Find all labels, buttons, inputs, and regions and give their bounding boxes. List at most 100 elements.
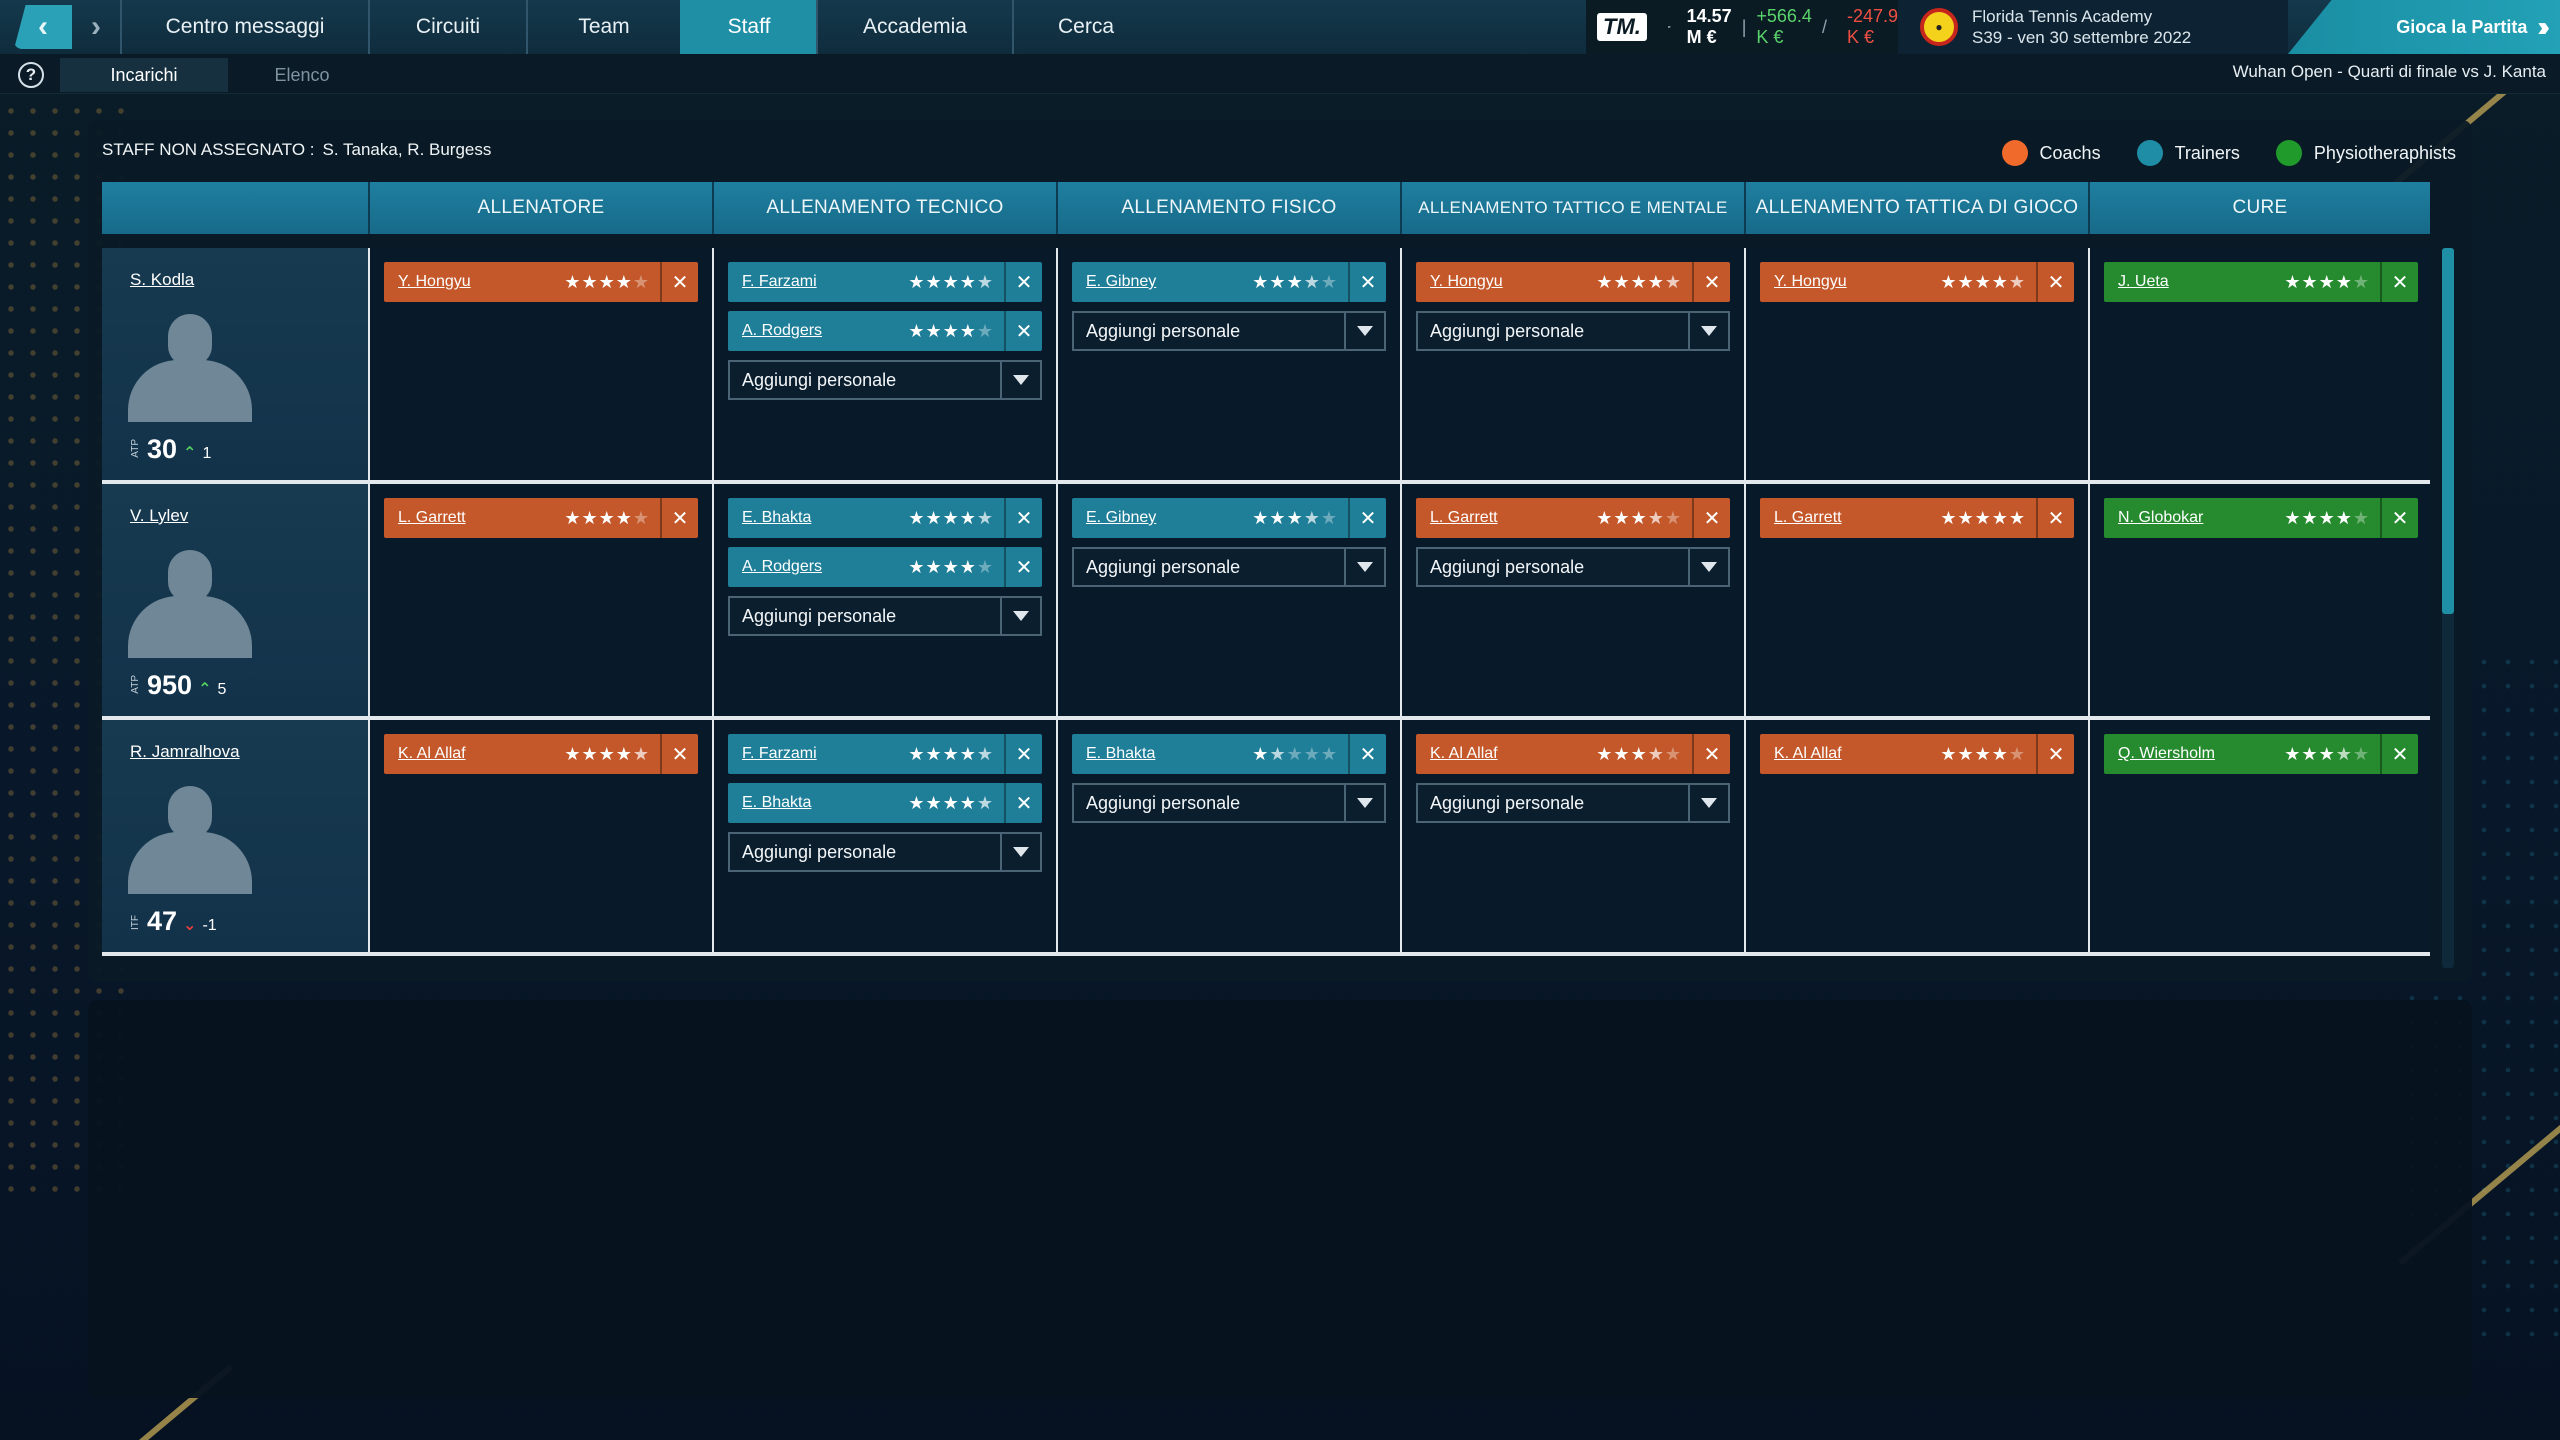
add-staff-dropdown[interactable]: Aggiungi personale	[1072, 547, 1386, 587]
remove-staff-button[interactable]: ✕	[1348, 734, 1386, 774]
staff-name[interactable]: L. Garrett	[384, 509, 564, 527]
remove-staff-button[interactable]: ✕	[1004, 783, 1042, 823]
staff-name[interactable]: K. Al Allaf	[1416, 745, 1596, 763]
staff-chip-trainer: A. Rodgers ★★★★★ ✕	[728, 547, 1042, 587]
caret-down-icon[interactable]	[1688, 549, 1728, 585]
staff-name[interactable]: K. Al Allaf	[384, 745, 564, 763]
finances[interactable]: 14.57 M € | +566.4 K € / -247.9 K €	[1658, 0, 1898, 54]
next-match-info[interactable]: Wuhan Open - Quarti di finale vs J. Kant…	[2233, 62, 2546, 82]
staff-name[interactable]: J. Ueta	[2104, 273, 2284, 291]
caret-down-icon[interactable]	[1344, 549, 1384, 585]
play-match-button[interactable]: Gioca la Partita ››	[2288, 0, 2560, 54]
legend-label: Coachs	[2039, 142, 2101, 163]
add-staff-label: Aggiungi personale	[1086, 320, 1241, 341]
add-staff-dropdown[interactable]: Aggiungi personale	[1072, 311, 1386, 351]
caret-down-icon[interactable]	[1000, 598, 1040, 634]
academy-info[interactable]: ● Florida Tennis Academy S39 - ven 30 se…	[1898, 0, 2288, 54]
remove-staff-button[interactable]: ✕	[1004, 498, 1042, 538]
remove-staff-button[interactable]: ✕	[2380, 734, 2418, 774]
caret-down-icon[interactable]	[1688, 313, 1728, 349]
remove-staff-button[interactable]: ✕	[1004, 262, 1042, 302]
tab-incarichi[interactable]: Incarichi	[60, 58, 228, 92]
staff-chip-physio: N. Globokar ★★★★★ ✕	[2104, 498, 2418, 538]
menu-circuiti[interactable]: Circuiti	[368, 0, 526, 54]
trend-up-icon: ⌃	[198, 681, 212, 698]
staff-name[interactable]: E. Bhakta	[1072, 745, 1252, 763]
rating-stars: ★★★★★	[2284, 271, 2370, 292]
menu-cerca[interactable]: Cerca	[1012, 0, 1158, 54]
add-staff-label: Aggiungi personale	[742, 841, 897, 862]
ranking-value: 950	[147, 670, 193, 700]
top-navigation-bar: ‹ › Centro messaggi Circuiti Team Staff …	[0, 0, 2560, 54]
remove-staff-button[interactable]: ✕	[1692, 734, 1730, 774]
caret-down-icon[interactable]	[1344, 785, 1384, 821]
staff-name[interactable]: A. Rodgers	[728, 558, 908, 576]
remove-staff-button[interactable]: ✕	[1348, 498, 1386, 538]
table-scrollbar[interactable]	[2442, 248, 2454, 968]
caret-down-icon[interactable]	[1000, 834, 1040, 870]
remove-staff-button[interactable]: ✕	[660, 734, 698, 774]
add-staff-dropdown[interactable]: Aggiungi personale	[728, 832, 1042, 872]
staff-name[interactable]: K. Al Allaf	[1760, 745, 1940, 763]
rating-stars: ★★★★★	[1252, 507, 1338, 528]
staff-name[interactable]: Q. Wiersholm	[2104, 745, 2284, 763]
add-staff-dropdown[interactable]: Aggiungi personale	[1416, 311, 1730, 351]
remove-staff-button[interactable]: ✕	[2036, 498, 2074, 538]
staff-name[interactable]: E. Bhakta	[728, 509, 908, 527]
cell-allenatore: Y. Hongyu ★★★★★ ✕	[368, 248, 712, 480]
menu-centro-messaggi[interactable]: Centro messaggi	[120, 0, 368, 54]
caret-down-icon[interactable]	[1344, 313, 1384, 349]
legend-label: Physiotheraphists	[2313, 142, 2456, 163]
staff-name[interactable]: A. Rodgers	[728, 322, 908, 340]
caret-down-icon[interactable]	[1000, 362, 1040, 398]
help-icon[interactable]: ?	[18, 62, 44, 88]
menu-staff[interactable]: Staff	[680, 0, 816, 54]
player-name[interactable]: S. Kodla	[130, 270, 194, 290]
staff-chip-physio: Q. Wiersholm ★★★★★ ✕	[2104, 734, 2418, 774]
player-name[interactable]: V. Lylev	[130, 506, 188, 526]
staff-name[interactable]: E. Bhakta	[728, 794, 908, 812]
staff-name[interactable]: F. Farzami	[728, 745, 908, 763]
caret-down-icon[interactable]	[1688, 785, 1728, 821]
forward-button[interactable]: ›	[76, 5, 116, 49]
staff-name[interactable]: L. Garrett	[1416, 509, 1596, 527]
add-staff-dropdown[interactable]: Aggiungi personale	[1416, 547, 1730, 587]
menu-accademia[interactable]: Accademia	[816, 0, 1012, 54]
table-row: R. Jamralhova ITF 47 ⌄ -1 K. Al Allaf ★★★★★ ✕ F.…	[102, 720, 2430, 956]
remove-staff-button[interactable]: ✕	[2380, 498, 2418, 538]
remove-staff-button[interactable]: ✕	[1004, 547, 1042, 587]
tab-elenco[interactable]: Elenco	[230, 58, 374, 92]
menu-team[interactable]: Team	[526, 0, 680, 54]
staff-name[interactable]: N. Globokar	[2104, 509, 2284, 527]
add-staff-dropdown[interactable]: Aggiungi personale	[1072, 783, 1386, 823]
scrollbar-thumb[interactable]	[2442, 248, 2454, 614]
remove-staff-button[interactable]: ✕	[1348, 262, 1386, 302]
staff-name[interactable]: Y. Hongyu	[1760, 273, 1940, 291]
remove-staff-button[interactable]: ✕	[1004, 734, 1042, 774]
remove-staff-button[interactable]: ✕	[2036, 262, 2074, 302]
staff-chip-coach: K. Al Allaf ★★★★★ ✕	[384, 734, 698, 774]
staff-name[interactable]: Y. Hongyu	[384, 273, 564, 291]
cell-cure: J. Ueta ★★★★★ ✕	[2088, 248, 2430, 480]
staff-name[interactable]: Y. Hongyu	[1416, 273, 1596, 291]
rating-stars: ★★★★★	[1252, 743, 1338, 764]
staff-name[interactable]: F. Farzami	[728, 273, 908, 291]
rating-stars: ★★★★★	[1940, 507, 2026, 528]
staff-name[interactable]: E. Gibney	[1072, 273, 1252, 291]
remove-staff-button[interactable]: ✕	[660, 262, 698, 302]
remove-staff-button[interactable]: ✕	[660, 498, 698, 538]
player-ranking: ITF 47 ⌄ -1	[130, 906, 217, 937]
rating-stars: ★★★★★	[564, 743, 650, 764]
staff-name[interactable]: L. Garrett	[1760, 509, 1940, 527]
remove-staff-button[interactable]: ✕	[1692, 262, 1730, 302]
remove-staff-button[interactable]: ✕	[2380, 262, 2418, 302]
remove-staff-button[interactable]: ✕	[1004, 311, 1042, 351]
add-staff-dropdown[interactable]: Aggiungi personale	[1416, 783, 1730, 823]
add-staff-dropdown[interactable]: Aggiungi personale	[728, 596, 1042, 636]
remove-staff-button[interactable]: ✕	[1692, 498, 1730, 538]
add-staff-dropdown[interactable]: Aggiungi personale	[728, 360, 1042, 400]
player-name[interactable]: R. Jamralhova	[130, 742, 240, 762]
remove-staff-button[interactable]: ✕	[2036, 734, 2074, 774]
staff-name[interactable]: E. Gibney	[1072, 509, 1252, 527]
back-button[interactable]: ‹	[14, 5, 72, 49]
